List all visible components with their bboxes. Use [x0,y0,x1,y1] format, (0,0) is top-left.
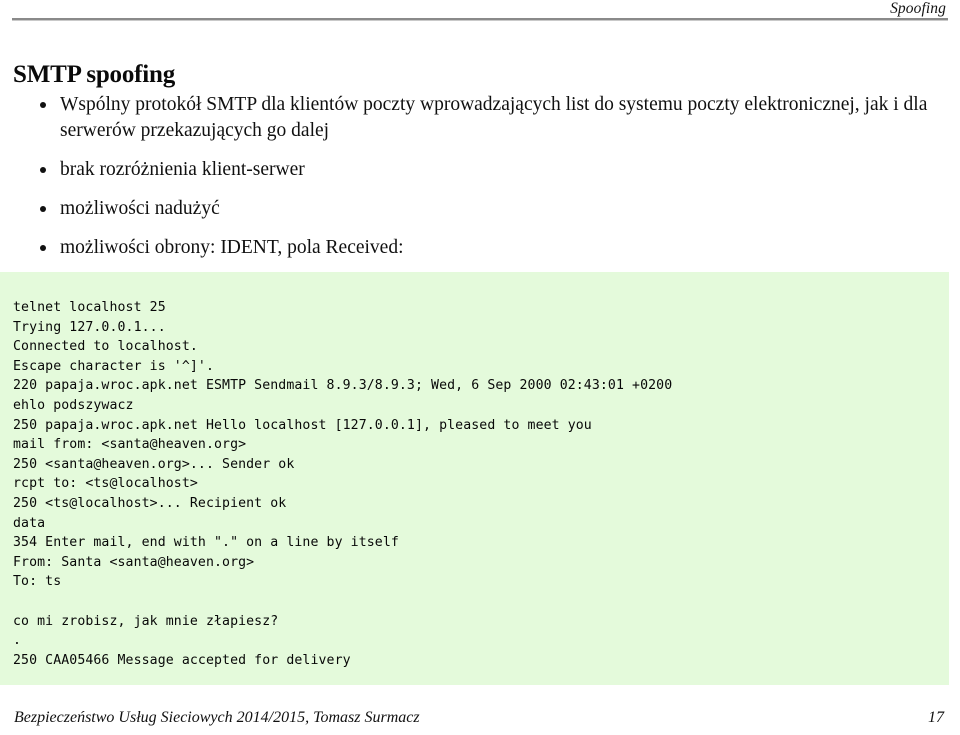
bullet-dot-icon [40,102,46,108]
header-divider-rule [12,18,948,21]
bullet-list: Wspólny protokół SMTP dla klientów poczt… [0,92,960,274]
bullet-dot-icon [40,206,46,212]
page-title: SMTP spoofing [13,60,176,88]
list-item-label: brak rozróżnienia klient-serwer [60,159,305,180]
list-item: możliwości obrony: IDENT, pola Received: [0,235,960,261]
list-item: możliwości nadużyć [0,196,960,222]
bullet-dot-icon [40,245,46,251]
terminal-transcript-block: telnet localhost 25 Trying 127.0.0.1... … [0,272,949,685]
list-item: Wspólny protokół SMTP dla klientów poczt… [0,92,960,144]
header-section-title: Spoofing [890,0,946,17]
footer-course-label: Bezpieczeństwo Usług Sieciowych 2014/201… [14,709,420,726]
list-item-label: Wspólny protokół SMTP dla klientów poczt… [60,94,928,141]
slide-header: Spoofing [0,0,960,24]
bullet-dot-icon [40,167,46,173]
slide-page: Spoofing SMTP spoofing Wspólny protokół … [0,0,960,735]
list-item-label: możliwości obrony: IDENT, pola Received: [60,237,404,258]
list-item-label: możliwości nadużyć [60,198,220,219]
footer-page-number: 17 [928,709,944,726]
list-item: brak rozróżnienia klient-serwer [0,157,960,183]
slide-footer: Bezpieczeństwo Usług Sieciowych 2014/201… [0,703,960,729]
terminal-transcript-text: telnet localhost 25 Trying 127.0.0.1... … [13,300,673,668]
